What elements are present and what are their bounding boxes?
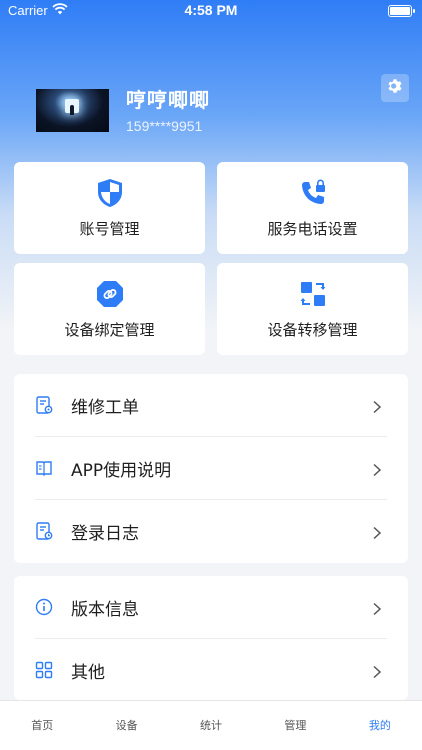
tab-bar: 首页 设备 统计 管理 我的 [0,700,422,750]
menu-item-label: APP使用说明 [71,461,172,481]
info-icon [35,598,53,616]
chevron-right-icon [372,399,382,414]
grid-icon [35,661,53,679]
device-binding-label: 设备绑定管理 [64,320,155,339]
menu-item-label: 维修工单 [71,398,139,418]
account-management-label: 账号管理 [79,219,140,238]
tab-management[interactable]: 管理 [253,701,337,750]
menu-group-1: 维修工单 APP使用说明 登录日志 [14,374,408,563]
menu-item-label: 登录日志 [71,524,139,544]
gear-icon [386,77,404,99]
status-bar: Carrier 4:58 PM [0,0,422,24]
manual-icon [35,459,53,477]
tab-mine[interactable]: 我的 [338,701,422,750]
avatar[interactable] [36,89,109,132]
menu-item-label: 其他 [71,663,105,683]
tab-statistics[interactable]: 统计 [169,701,253,750]
device-binding-button[interactable]: 设备绑定管理 [14,263,205,355]
work-order-icon [35,396,53,414]
chevron-right-icon [372,462,382,477]
menu-item-label: 版本信息 [71,600,139,620]
user-phone: 159****9951 [126,118,203,134]
tab-devices[interactable]: 设备 [84,701,168,750]
device-transfer-label: 设备转移管理 [267,320,358,339]
log-icon [35,522,53,540]
clock: 4:58 PM [184,2,238,18]
tab-home[interactable]: 首页 [0,701,84,750]
settings-button[interactable] [381,74,409,102]
menu-item-version-info[interactable]: 版本信息 [14,576,408,639]
shield-icon [95,178,125,208]
account-management-button[interactable]: 账号管理 [14,162,205,254]
battery-icon [388,5,415,17]
user-name: 哼哼唧唧 [126,88,210,112]
menu-group-2: 版本信息 其他 [14,576,408,700]
menu-item-login-log[interactable]: 登录日志 [14,500,408,563]
menu-item-work-order[interactable]: 维修工单 [14,374,408,437]
device-transfer-button[interactable]: 设备转移管理 [217,263,408,355]
chevron-right-icon [372,525,382,540]
menu-item-other[interactable]: 其他 [14,639,408,700]
link-icon [95,279,125,309]
menu-item-app-manual[interactable]: APP使用说明 [14,437,408,500]
chevron-right-icon [372,601,382,616]
phone-lock-icon [298,178,328,208]
service-phone-settings-label: 服务电话设置 [267,219,358,238]
chevron-right-icon [372,664,382,679]
transfer-icon [298,279,328,309]
service-phone-settings-button[interactable]: 服务电话设置 [217,162,408,254]
